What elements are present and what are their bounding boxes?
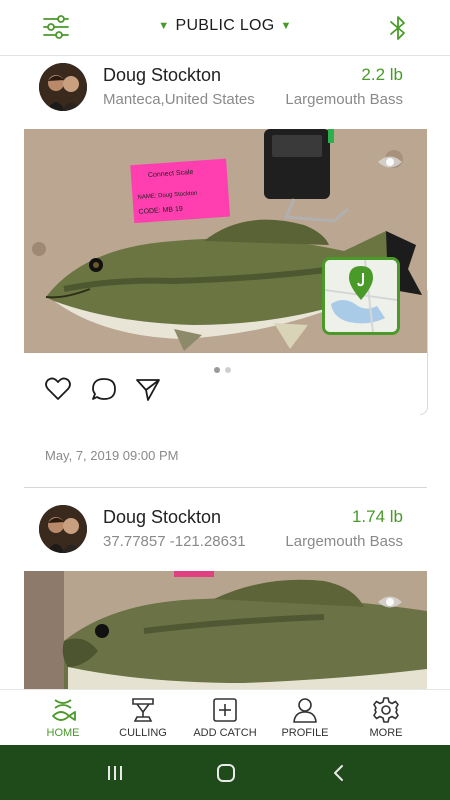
avatar[interactable]: [39, 505, 87, 553]
nav-home[interactable]: HOME: [22, 690, 104, 746]
log-selector[interactable]: ▼ PUBLIC LOG ▼: [0, 17, 450, 35]
back-icon[interactable]: [328, 763, 350, 783]
fish-home-icon: [52, 699, 76, 721]
carousel-dot: [225, 367, 231, 373]
nav-more[interactable]: MORE: [345, 690, 427, 746]
angler-name[interactable]: Doug Stockton: [103, 65, 221, 86]
post-header[interactable]: Doug Stockton Manteca,United States 2.2 …: [0, 57, 450, 121]
catch-weight: 1.74 lb: [351, 507, 403, 526]
post-divider: [24, 487, 427, 488]
map-image: [325, 260, 397, 332]
catch-photo[interactable]: [24, 571, 427, 689]
eye-icon[interactable]: [376, 153, 404, 171]
culling-scale-icon: [132, 698, 154, 722]
scroll-indicator: [420, 290, 428, 415]
nav-add-catch-label: ADD CATCH: [193, 727, 257, 739]
catch-location: 37.77857 -121.28631: [103, 533, 246, 550]
catch-species: Largemouth Bass: [285, 91, 403, 108]
chevron-down-icon: ▼: [280, 19, 292, 32]
catch-photo[interactable]: Connect Scale NAME: Doug Stockton CODE: …: [24, 129, 427, 353]
gear-icon: [373, 697, 399, 723]
chevron-down-icon: ▼: [158, 19, 170, 32]
catch-feed[interactable]: Doug Stockton Manteca,United States 2.2 …: [0, 57, 450, 689]
bottom-navigation: HOME CULLING ADD CATCH PROFILE MORE: [0, 689, 450, 745]
heart-icon[interactable]: [44, 375, 72, 403]
carousel-dot-active: [214, 367, 220, 373]
bluetooth-icon[interactable]: [388, 14, 408, 42]
nav-home-label: HOME: [46, 727, 80, 739]
nav-more-label: MORE: [369, 727, 403, 739]
page-title: PUBLIC LOG: [175, 17, 275, 34]
map-thumbnail[interactable]: [322, 257, 400, 335]
fish-photo-image: [24, 571, 427, 689]
nav-add-catch[interactable]: ADD CATCH: [184, 690, 266, 746]
angler-name[interactable]: Doug Stockton: [103, 507, 221, 528]
post-actions: [44, 375, 174, 405]
catch-species: Largemouth Bass: [285, 533, 403, 550]
catch-weight: 2.2 lb: [361, 65, 403, 84]
eye-icon[interactable]: [376, 593, 404, 611]
post-header[interactable]: Doug Stockton 37.77857 -121.28631 1.74 l…: [0, 501, 450, 565]
top-bar: ▼ PUBLIC LOG ▼: [0, 0, 450, 56]
system-navigation-bar: [0, 745, 450, 800]
nav-profile[interactable]: PROFILE: [264, 690, 346, 746]
carousel-dots: [214, 360, 236, 378]
catch-location: Manteca,United States: [103, 91, 255, 108]
profile-user-icon: [293, 698, 317, 723]
app: ▼ PUBLIC LOG ▼ Doug Stockton Manteca,Unite…: [0, 0, 450, 800]
nav-culling-label: CULLING: [119, 727, 167, 739]
comment-icon[interactable]: [90, 375, 118, 403]
share-send-icon[interactable]: [134, 375, 162, 403]
recent-apps-icon[interactable]: [104, 763, 126, 783]
nav-culling[interactable]: CULLING: [102, 690, 184, 746]
avatar[interactable]: [39, 63, 87, 111]
post-date: May, 7, 2019 09:00 PM: [45, 448, 179, 463]
nav-profile-label: PROFILE: [281, 727, 329, 739]
home-button-icon[interactable]: [215, 763, 237, 783]
add-plus-icon: [213, 698, 237, 722]
